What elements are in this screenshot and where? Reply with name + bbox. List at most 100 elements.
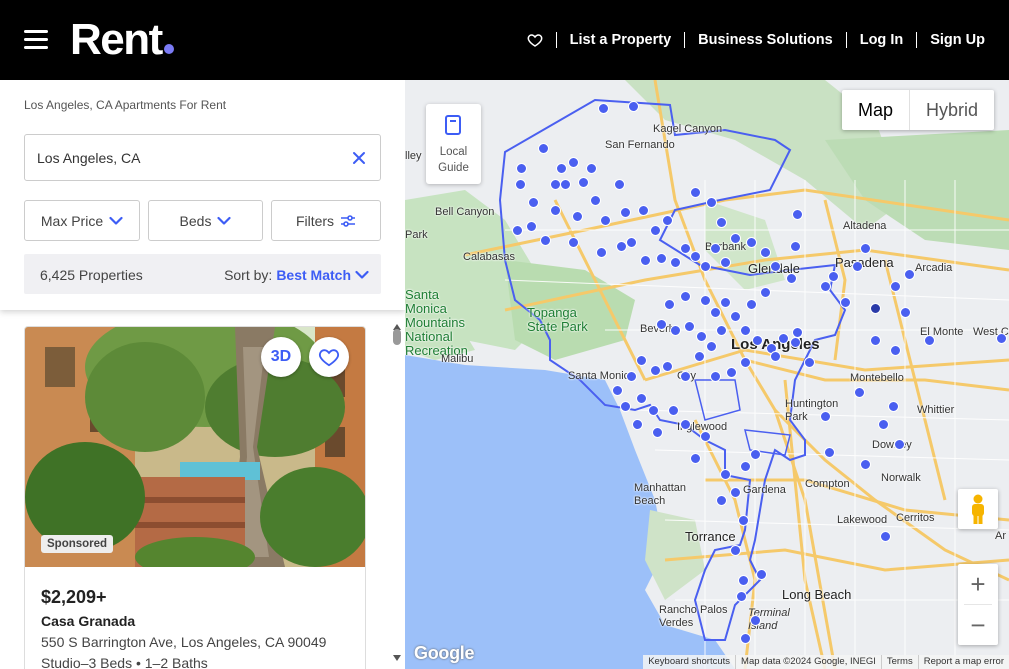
property-marker[interactable] <box>670 325 681 336</box>
property-marker[interactable] <box>690 187 701 198</box>
property-marker[interactable] <box>512 225 523 236</box>
property-marker[interactable] <box>726 367 737 378</box>
property-marker[interactable] <box>824 447 835 458</box>
property-marker[interactable] <box>710 243 721 254</box>
property-marker[interactable] <box>515 179 526 190</box>
rent-logo[interactable]: Rent <box>70 16 174 64</box>
property-marker[interactable] <box>746 299 757 310</box>
property-marker[interactable] <box>900 307 911 318</box>
property-marker[interactable] <box>656 253 667 264</box>
property-marker[interactable] <box>662 361 673 372</box>
property-marker[interactable] <box>720 297 731 308</box>
property-marker[interactable] <box>924 335 935 346</box>
property-marker[interactable] <box>568 157 579 168</box>
property-marker[interactable] <box>770 261 781 272</box>
property-marker[interactable] <box>730 233 741 244</box>
property-marker[interactable] <box>820 281 831 292</box>
property-marker[interactable] <box>750 615 761 626</box>
property-marker[interactable] <box>700 261 711 272</box>
property-marker[interactable] <box>860 243 871 254</box>
property-marker[interactable] <box>854 387 865 398</box>
property-marker[interactable] <box>750 449 761 460</box>
property-marker[interactable] <box>738 575 749 586</box>
business-solutions-link[interactable]: Business Solutions <box>698 32 833 48</box>
property-marker[interactable] <box>528 197 539 208</box>
property-marker[interactable] <box>568 237 579 248</box>
property-marker[interactable] <box>598 103 609 114</box>
property-marker[interactable] <box>840 297 851 308</box>
property-marker[interactable] <box>738 515 749 526</box>
property-marker[interactable] <box>890 281 901 292</box>
property-marker[interactable] <box>740 325 751 336</box>
3d-tour-button[interactable]: 3D <box>261 337 301 377</box>
property-marker[interactable] <box>620 401 631 412</box>
property-marker[interactable] <box>790 241 801 252</box>
property-marker[interactable] <box>650 225 661 236</box>
property-marker[interactable] <box>870 303 881 314</box>
login-link[interactable]: Log In <box>860 32 904 48</box>
property-marker[interactable] <box>680 243 691 254</box>
scroll-thumb[interactable] <box>393 329 401 345</box>
property-marker[interactable] <box>716 325 727 336</box>
local-guide-button[interactable]: Local Guide <box>426 104 481 184</box>
property-marker[interactable] <box>680 419 691 430</box>
property-marker[interactable] <box>572 211 583 222</box>
property-marker[interactable] <box>662 215 673 226</box>
property-marker[interactable] <box>880 531 891 542</box>
property-marker[interactable] <box>540 235 551 246</box>
property-marker[interactable] <box>680 291 691 302</box>
property-marker[interactable] <box>690 453 701 464</box>
property-marker[interactable] <box>600 215 611 226</box>
property-marker[interactable] <box>706 341 717 352</box>
property-marker[interactable] <box>706 197 717 208</box>
property-marker[interactable] <box>670 257 681 268</box>
property-marker[interactable] <box>696 331 707 342</box>
property-marker[interactable] <box>636 393 647 404</box>
property-marker[interactable] <box>720 257 731 268</box>
property-marker[interactable] <box>632 419 643 430</box>
results-scrollbar[interactable] <box>391 324 403 669</box>
more-filters-button[interactable]: Filters <box>271 200 381 241</box>
property-marker[interactable] <box>638 205 649 216</box>
property-marker[interactable] <box>716 217 727 228</box>
property-marker[interactable] <box>760 287 771 298</box>
property-marker[interactable] <box>656 319 667 330</box>
property-marker[interactable] <box>668 405 679 416</box>
listing-photo[interactable]: 3D Sponsored <box>25 327 365 567</box>
beds-filter-button[interactable]: Beds <box>148 200 263 241</box>
property-marker[interactable] <box>578 177 589 188</box>
property-marker[interactable] <box>652 427 663 438</box>
property-marker[interactable] <box>700 295 711 306</box>
property-marker[interactable] <box>586 163 597 174</box>
location-search-box[interactable] <box>24 134 381 181</box>
listing-name[interactable]: Casa Granada <box>41 613 135 629</box>
listing-card[interactable]: 3D Sponsored $2,209+ Casa Granada 550 S … <box>24 326 366 669</box>
property-marker[interactable] <box>700 431 711 442</box>
property-marker[interactable] <box>710 307 721 318</box>
property-marker[interactable] <box>664 299 675 310</box>
max-price-filter-button[interactable]: Max Price <box>24 200 140 241</box>
property-marker[interactable] <box>890 345 901 356</box>
sort-value[interactable]: Best Match <box>276 267 351 283</box>
property-marker[interactable] <box>820 411 831 422</box>
sort-control[interactable]: Sort by: Best Match <box>224 267 369 283</box>
property-marker[interactable] <box>690 251 701 262</box>
property-marker[interactable] <box>538 143 549 154</box>
property-marker[interactable] <box>756 569 767 580</box>
menu-icon[interactable] <box>24 29 48 49</box>
property-marker[interactable] <box>648 405 659 416</box>
property-marker[interactable] <box>614 179 625 190</box>
street-view-pegman-icon[interactable] <box>958 489 998 529</box>
property-marker[interactable] <box>650 365 661 376</box>
property-marker[interactable] <box>888 401 899 412</box>
list-property-link[interactable]: List a Property <box>570 32 672 48</box>
property-marker[interactable] <box>680 371 691 382</box>
property-marker[interactable] <box>770 351 781 362</box>
property-marker[interactable] <box>740 357 751 368</box>
property-marker[interactable] <box>710 371 721 382</box>
property-marker[interactable] <box>740 633 751 644</box>
property-marker[interactable] <box>786 273 797 284</box>
clear-search-icon[interactable] <box>351 150 367 166</box>
property-marker[interactable] <box>550 205 561 216</box>
property-marker[interactable] <box>684 321 695 332</box>
